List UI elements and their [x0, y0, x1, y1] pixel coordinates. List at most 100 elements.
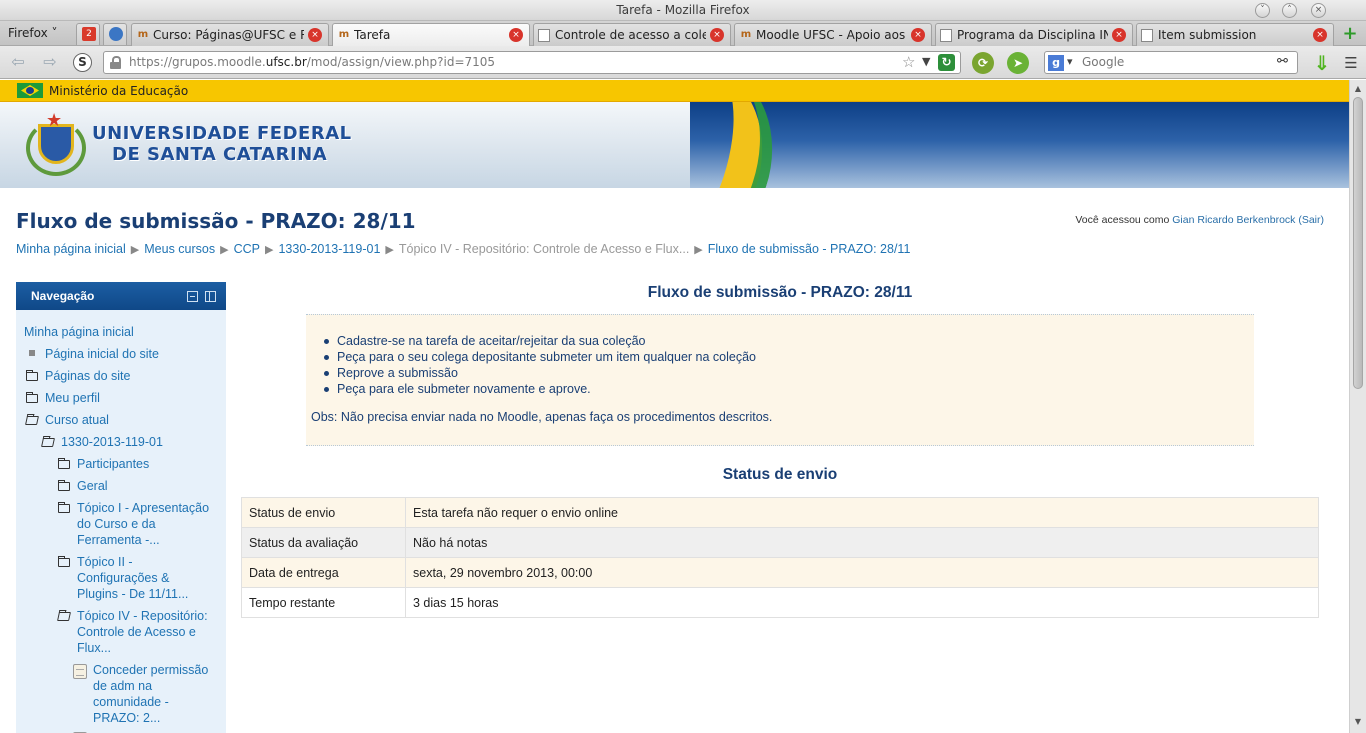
- status-value-cell: 3 dias 15 horas: [405, 587, 1319, 618]
- scroll-up-icon[interactable]: ▲: [1352, 83, 1364, 95]
- assignment-title: Fluxo de submissão - PRAZO: 28/11: [647, 284, 913, 301]
- gov-bar-label[interactable]: Ministério da Educação: [49, 84, 188, 98]
- tab-moodle-ufsc[interactable]: m Moodle UFSC - Apoio aos ... ×: [734, 23, 932, 46]
- tab-label: Programa da Disciplina IN...: [957, 28, 1108, 42]
- activity-page-icon: [73, 664, 87, 679]
- reload-icon[interactable]: ↻: [938, 54, 955, 71]
- nav-activity-line4[interactable]: PRAZO: 2...: [93, 710, 160, 726]
- dock-block-icon[interactable]: [205, 291, 216, 302]
- tab-strip: Firefox ˅ 2 m Curso: Páginas@UFSC e R...…: [0, 21, 1366, 47]
- nav-topic-4-line2[interactable]: Controle de Acesso e: [77, 624, 196, 640]
- menu-icon[interactable]: ☰: [1340, 53, 1362, 73]
- nav-topic-1-line3[interactable]: Ferramenta -...: [77, 532, 160, 548]
- breadcrumb-separator-icon: ▶: [220, 244, 229, 256]
- minimize-button[interactable]: ˅: [1255, 3, 1270, 18]
- nav-my-home[interactable]: Minha página inicial: [24, 324, 134, 340]
- close-tab-icon[interactable]: ×: [1112, 28, 1126, 42]
- search-engine-dropdown-icon[interactable]: ▾: [1067, 55, 1073, 68]
- nav-activity-line3[interactable]: comunidade -: [93, 694, 169, 710]
- folder-icon: [58, 502, 70, 513]
- user-name-link[interactable]: Gian Ricardo Berkenbrock: [1172, 214, 1295, 226]
- list-item: Reprove a submissão: [323, 365, 756, 381]
- logout-link[interactable]: (Sair): [1298, 214, 1324, 226]
- breadcrumb-separator-icon: ▶: [385, 244, 394, 256]
- nav-general[interactable]: Geral: [77, 478, 108, 494]
- folder-open-icon: [41, 438, 55, 447]
- scroll-down-icon[interactable]: ▼: [1352, 716, 1364, 728]
- moodle-icon: m: [338, 29, 350, 40]
- page-viewport: Ministério da Educação ★ UNIVERSIDADE FE…: [0, 80, 1349, 733]
- url-dropdown-icon[interactable]: ▼: [922, 55, 930, 68]
- back-button[interactable]: ⇦: [8, 53, 28, 73]
- bookmark-star-icon[interactable]: ☆: [902, 53, 915, 71]
- breadcrumb-topic[interactable]: Tópico IV - Repositório: Controle de Ace…: [399, 242, 689, 256]
- nav-topic-2-line2[interactable]: Configurações &: [77, 570, 169, 586]
- ufsc-crest-logo[interactable]: ★: [24, 110, 88, 182]
- breadcrumb-home[interactable]: Minha página inicial: [16, 242, 126, 256]
- nav-site-home[interactable]: Página inicial do site: [45, 346, 159, 362]
- collapse-block-icon[interactable]: [187, 291, 198, 302]
- globe-icon: [109, 27, 123, 41]
- breadcrumb-my-courses[interactable]: Meus cursos: [144, 242, 215, 256]
- addon-gear-icon[interactable]: ⟳: [972, 52, 994, 74]
- new-tab-button[interactable]: +: [1338, 24, 1362, 44]
- nav-topic-1-line2[interactable]: do Curso e da: [77, 516, 156, 532]
- close-tab-icon[interactable]: ×: [1313, 28, 1327, 42]
- close-window-button[interactable]: ×: [1311, 3, 1326, 18]
- status-value-cell: Esta tarefa não requer o envio online: [405, 497, 1319, 528]
- nav-topic-2-line1[interactable]: Tópico II -: [77, 554, 133, 570]
- tab-controle-acesso[interactable]: Controle de acesso a cole... ×: [533, 23, 731, 46]
- list-item: Peça para o seu colega depositante subme…: [323, 350, 757, 364]
- addon-feed-icon[interactable]: ➤: [1007, 52, 1029, 74]
- s-addon-icon[interactable]: S: [73, 53, 92, 72]
- nav-course-code[interactable]: 1330-2013-119-01: [61, 434, 163, 450]
- folder-icon: [58, 458, 70, 469]
- close-tab-icon[interactable]: ×: [911, 28, 925, 42]
- maximize-button[interactable]: ˄: [1282, 3, 1297, 18]
- gmail-pinned-tab[interactable]: 2: [76, 23, 100, 45]
- nav-participants[interactable]: Participantes: [77, 456, 149, 472]
- pinned-tab-2[interactable]: [103, 23, 127, 45]
- breadcrumb-current[interactable]: Fluxo de submissão - PRAZO: 28/11: [708, 242, 911, 256]
- status-value-cell: sexta, 29 novembro 2013, 00:00: [405, 557, 1319, 588]
- close-tab-icon[interactable]: ×: [710, 28, 724, 42]
- folder-icon: [26, 370, 38, 381]
- close-tab-icon[interactable]: ×: [308, 28, 322, 42]
- firefox-menu-label: Firefox: [8, 26, 48, 40]
- nav-topic-4-line3[interactable]: Flux...: [77, 640, 111, 656]
- tab-curso-paginas[interactable]: m Curso: Páginas@UFSC e R... ×: [131, 23, 329, 46]
- scrollbar-thumb[interactable]: [1353, 97, 1363, 389]
- nav-activity-line2[interactable]: de adm na: [93, 678, 152, 694]
- tab-label: Moodle UFSC - Apoio aos ...: [756, 28, 907, 42]
- navigation-block-header: Navegação: [16, 282, 226, 310]
- university-name[interactable]: UNIVERSIDADE FEDERAL DE SANTA CATARINA: [92, 123, 352, 165]
- breadcrumb-course[interactable]: 1330-2013-119-01: [278, 242, 380, 256]
- download-arrow-icon[interactable]: ⇓: [1311, 52, 1333, 74]
- breadcrumb-ccp[interactable]: CCP: [234, 242, 260, 256]
- breadcrumb-separator-icon: ▶: [694, 244, 703, 256]
- nav-topic-2-line3[interactable]: Plugins - De 11/11...: [77, 586, 188, 602]
- nav-site-pages[interactable]: Páginas do site: [45, 368, 130, 384]
- nav-topic-1-line1[interactable]: Tópico I - Apresentação: [77, 500, 209, 516]
- tab-label: Tarefa: [354, 28, 391, 42]
- nav-topic-4-line1[interactable]: Tópico IV - Repositório:: [77, 608, 208, 624]
- nav-my-profile[interactable]: Meu perfil: [45, 390, 100, 406]
- forward-button[interactable]: ⇨: [40, 53, 60, 73]
- tab-tarefa[interactable]: m Tarefa ×: [332, 23, 530, 47]
- folder-icon: [26, 392, 38, 403]
- url-bar[interactable]: https://grupos.moodle.ufsc.br/mod/assign…: [103, 51, 961, 74]
- table-row: Data de entrega sexta, 29 novembro 2013,…: [241, 557, 1319, 588]
- firefox-menu-button[interactable]: Firefox ˅: [2, 23, 66, 44]
- tab-item-submission[interactable]: Item submission ×: [1136, 23, 1334, 46]
- search-bar[interactable]: g ▾ Google ⚯: [1044, 51, 1298, 74]
- moodle-icon: m: [137, 29, 149, 40]
- vertical-scrollbar[interactable]: ▲ ▼: [1349, 80, 1366, 733]
- binoculars-icon[interactable]: ⚯: [1277, 54, 1288, 69]
- nav-current-course[interactable]: Curso atual: [45, 412, 109, 428]
- navigation-toolbar: ⇦ ⇨ S https://grupos.moodle.ufsc.br/mod/…: [0, 46, 1366, 79]
- submission-status-heading: Status de envio: [722, 466, 838, 483]
- moodle-icon: m: [740, 29, 752, 40]
- nav-activity-line1[interactable]: Conceder permissão: [93, 662, 208, 678]
- tab-programa-disciplina[interactable]: Programa da Disciplina IN... ×: [935, 23, 1133, 46]
- close-tab-icon[interactable]: ×: [509, 28, 523, 42]
